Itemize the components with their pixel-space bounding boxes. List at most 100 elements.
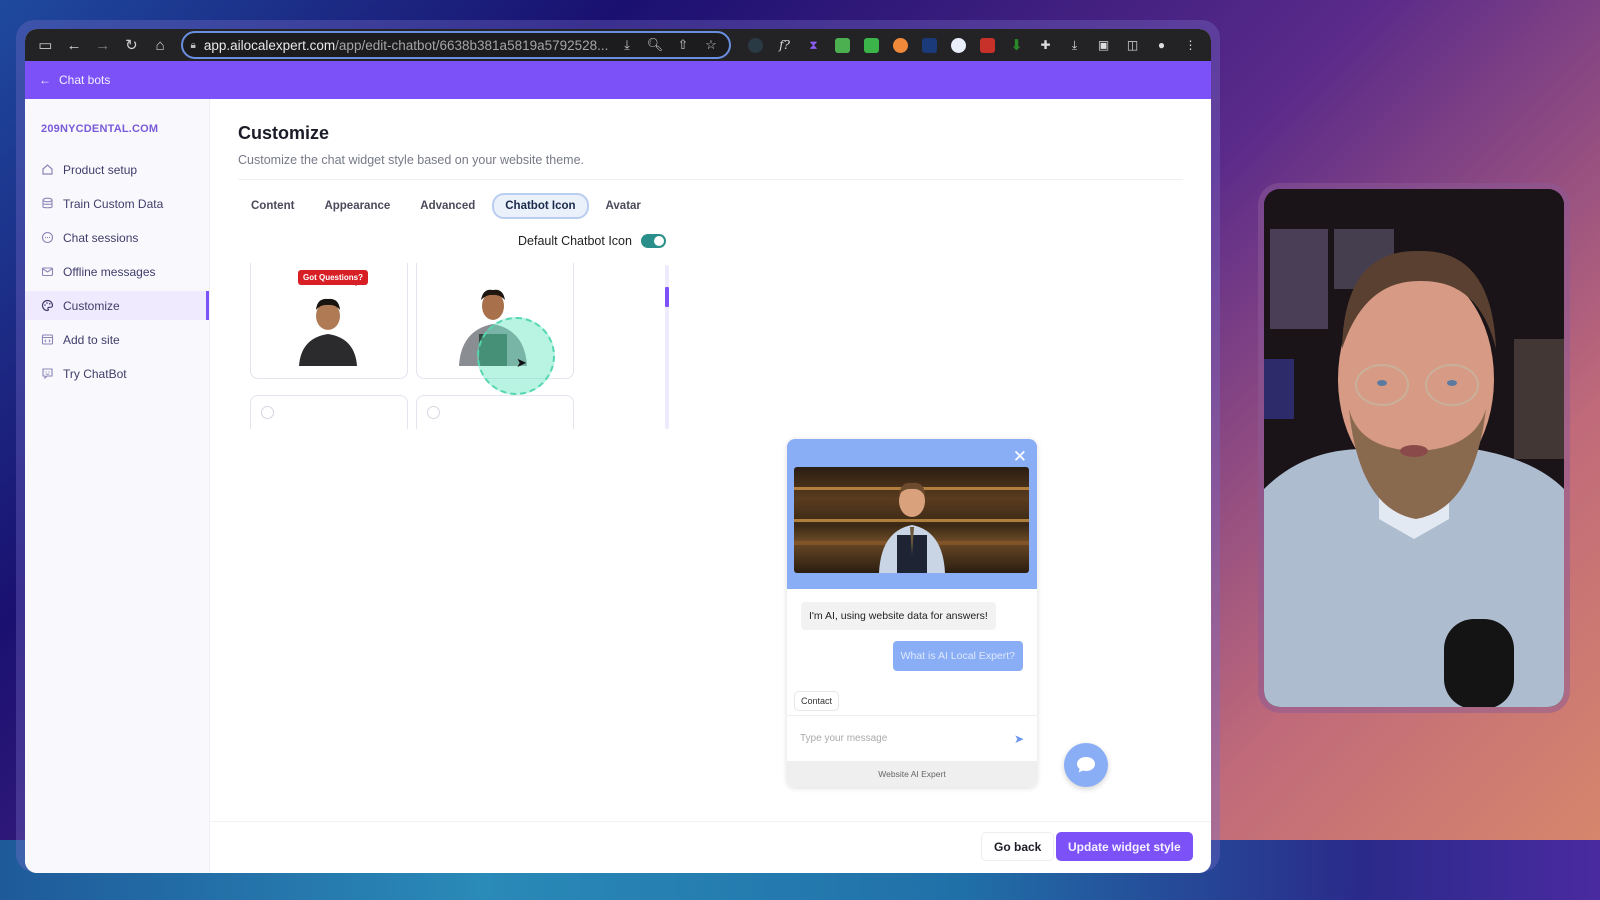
- m-ext-icon[interactable]: [886, 31, 915, 59]
- sparkle-ext-icon[interactable]: [944, 31, 973, 59]
- url-path: /app/edit-chatbot/6638b381a5819a5792528.…: [335, 37, 609, 53]
- tab-advanced[interactable]: Advanced: [407, 193, 488, 219]
- tab-appearance[interactable]: Appearance: [311, 193, 403, 219]
- default-chatbot-icon-label: Default Chatbot Icon: [518, 234, 632, 248]
- sidebar-item-label: Offline messages: [63, 264, 156, 279]
- avatar-image-man-shirt: [299, 298, 357, 366]
- icon-option-card[interactable]: [416, 395, 574, 429]
- sidebar-item-label: Customize: [63, 298, 120, 313]
- radio-button[interactable]: [427, 406, 440, 419]
- arrow-left-icon[interactable]: ←: [39, 73, 51, 87]
- database-icon: [41, 197, 54, 210]
- forward-icon[interactable]: →: [88, 31, 117, 59]
- sidebar-item-chat-sessions[interactable]: Chat sessions: [25, 223, 209, 252]
- send-icon[interactable]: ➤: [1014, 732, 1024, 746]
- contact-quick-reply-button[interactable]: Contact: [794, 691, 840, 711]
- sidebar-item-product-setup[interactable]: Product setup: [25, 155, 209, 184]
- sidebar-item-label: Product setup: [63, 162, 138, 177]
- sidebar-item-train-custom-data[interactable]: Train Custom Data: [25, 189, 209, 218]
- share-icon[interactable]: ⇧: [673, 37, 693, 53]
- zoom-icon[interactable]: 🔍︎: [645, 37, 665, 53]
- go-back-button[interactable]: Go back: [981, 832, 1055, 861]
- sidebar: 209NYCDENTAL.COM Product setup Train Cus…: [25, 99, 210, 873]
- scrollbar-thumb[interactable]: [665, 287, 669, 307]
- widget-avatar-image: [794, 467, 1029, 573]
- webcam-overlay: [1264, 189, 1564, 707]
- chat-widget-preview: ✕ I'm AI, using website data for answers…: [787, 439, 1037, 787]
- sidebar-item-offline-messages[interactable]: Offline messages: [25, 257, 209, 286]
- divider: [238, 179, 1183, 180]
- mouse-cursor-icon: ➤: [516, 355, 527, 370]
- update-widget-style-button[interactable]: Update widget style: [1056, 832, 1193, 861]
- split-view-icon[interactable]: ◫: [1118, 31, 1147, 59]
- sidebar-item-label: Add to site: [63, 332, 120, 347]
- browser-toolbar: ▭ ← → ↻ ⌂ 🔒︎ app.ailocalexpert.com/app/e…: [25, 29, 1211, 61]
- default-chatbot-icon-toggle[interactable]: [640, 234, 666, 248]
- tab-chatbot-icon[interactable]: Chatbot Icon: [492, 193, 589, 219]
- bot-face-icon: [41, 367, 54, 380]
- icon-option-card[interactable]: Got Questions?: [250, 263, 408, 379]
- home-icon[interactable]: ⌂: [146, 31, 175, 59]
- message-input-placeholder: Type your message: [800, 733, 888, 744]
- extensions-area: f? ⧗ ⬇ ✚ ⤓ ▣ ◫ ● ⋮: [741, 31, 1205, 59]
- sidebar-toggle-icon[interactable]: ▭: [31, 31, 60, 59]
- sidebar-item-try-chatbot[interactable]: Try ChatBot: [25, 359, 209, 388]
- default-chatbot-icon-row: Default Chatbot Icon: [518, 234, 666, 248]
- hourglass-ext-icon[interactable]: ⧗: [799, 31, 828, 59]
- card-ext-icon[interactable]: [915, 31, 944, 59]
- mail-icon: [41, 265, 54, 278]
- extensions-puzzle-icon[interactable]: ✚: [1031, 31, 1060, 59]
- back-icon[interactable]: ←: [60, 31, 89, 59]
- close-icon[interactable]: ✕: [1013, 447, 1027, 467]
- page-subtitle: Customize the chat widget style based on…: [238, 153, 585, 167]
- menu-icon[interactable]: ⋮: [1176, 31, 1205, 59]
- robot-ext-icon[interactable]: [828, 31, 857, 59]
- chat-bubble-icon: [1077, 757, 1095, 773]
- profile-icon[interactable]: ●: [1147, 31, 1176, 59]
- chat-bubble-icon: [41, 231, 54, 244]
- presenter-video: [1264, 189, 1564, 707]
- reading-list-icon[interactable]: ▣: [1089, 31, 1118, 59]
- code-window-icon: [41, 333, 54, 346]
- app-topbar: ← Chat bots: [25, 61, 1211, 99]
- main-content: Customize Customize the chat widget styl…: [210, 99, 1211, 873]
- sidebar-item-label: Chat sessions: [63, 230, 139, 245]
- downloads-icon[interactable]: ⤓: [1060, 31, 1089, 59]
- icon-options-grid[interactable]: Got Questions?: [250, 263, 670, 429]
- reload-icon[interactable]: ↻: [117, 31, 146, 59]
- customize-tabs: Content Appearance Advanced Chatbot Icon…: [238, 193, 1183, 219]
- chat-launcher-button[interactable]: [1064, 743, 1108, 787]
- formula-ext-icon[interactable]: f?: [770, 31, 799, 59]
- bot-message-bubble: I'm AI, using website data for answers!: [801, 602, 996, 630]
- chat-bots-back-link[interactable]: Chat bots: [59, 73, 110, 87]
- icon-grid-scrollbar[interactable]: [665, 265, 669, 429]
- tab-avatar[interactable]: Avatar: [593, 193, 654, 219]
- url-host: app.ailocalexpert.com: [203, 37, 336, 53]
- v-ext-icon[interactable]: [857, 31, 886, 59]
- sidebar-item-add-to-site[interactable]: Add to site: [25, 325, 209, 354]
- got-questions-badge: Got Questions?: [298, 270, 368, 286]
- bartender-figure: [879, 482, 945, 573]
- widget-branding-footer: Website AI Expert: [787, 761, 1037, 787]
- site-name: 209NYCDENTAL.COM: [41, 123, 159, 135]
- palette-icon: [41, 299, 54, 312]
- cursor-ext-icon[interactable]: [741, 31, 770, 59]
- sidebar-item-label: Try ChatBot: [63, 366, 127, 381]
- widget-header: ✕: [787, 439, 1037, 589]
- icon-option-card[interactable]: [250, 395, 408, 429]
- page-title: Customize: [238, 123, 330, 143]
- tab-content[interactable]: Content: [238, 193, 307, 219]
- install-app-icon[interactable]: ⤓: [617, 37, 637, 53]
- address-bar[interactable]: 🔒︎ app.ailocalexpert.com/app/edit-chatbo…: [180, 31, 731, 59]
- screen-ext-icon[interactable]: [973, 31, 1002, 59]
- user-message-bubble: What is AI Local Expert?: [892, 641, 1023, 671]
- arrow-down-ext-icon[interactable]: ⬇: [1002, 31, 1031, 59]
- browser-window: ▭ ← → ↻ ⌂ 🔒︎ app.ailocalexpert.com/app/e…: [25, 29, 1211, 873]
- bookmark-star-icon[interactable]: ☆: [701, 37, 721, 53]
- url-text[interactable]: app.ailocalexpert.com/app/edit-chatbot/6…: [204, 38, 609, 53]
- action-footer: Go back Update widget style: [210, 821, 1211, 873]
- message-input[interactable]: Type your message ➤: [787, 715, 1037, 761]
- radio-button[interactable]: [261, 406, 274, 419]
- lock-icon: 🔒︎: [190, 39, 196, 51]
- sidebar-item-customize[interactable]: Customize: [25, 291, 209, 320]
